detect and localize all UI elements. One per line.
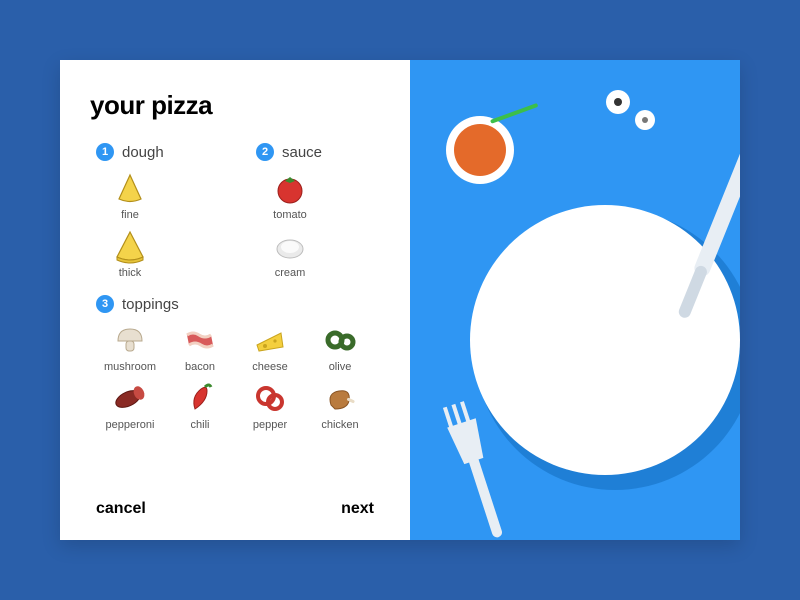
option-label: pepperoni [106, 419, 155, 431]
section-label-sauce: sauce [282, 144, 322, 161]
option-tomato[interactable]: tomato [260, 169, 320, 221]
option-label: olive [329, 361, 352, 373]
option-label: cream [275, 267, 306, 279]
plate-illustration [410, 60, 740, 540]
option-pepper[interactable]: pepper [240, 379, 300, 431]
section-label-toppings: toppings [122, 296, 179, 313]
option-pepperoni[interactable]: pepperoni [100, 379, 160, 431]
chicken-icon [321, 379, 359, 417]
footer: cancel next [90, 500, 380, 518]
step-badge-1: 1 [96, 143, 114, 161]
option-fine[interactable]: fine [100, 169, 160, 221]
option-mushroom[interactable]: mushroom [100, 321, 160, 373]
option-bacon[interactable]: bacon [170, 321, 230, 373]
option-olive[interactable]: olive [310, 321, 370, 373]
option-label: mushroom [104, 361, 156, 373]
config-panel: your pizza 1 dough fine [60, 60, 410, 540]
option-chicken[interactable]: chicken [310, 379, 370, 431]
page-title: your pizza [90, 90, 380, 121]
next-button[interactable]: next [341, 500, 374, 518]
cheese-icon [251, 321, 289, 359]
section-dough: 1 dough fine [90, 143, 220, 279]
chili-icon [181, 379, 219, 417]
option-cheese[interactable]: cheese [240, 321, 300, 373]
bacon-icon [181, 321, 219, 359]
dough-thick-icon [111, 227, 149, 265]
olive-icon [321, 321, 359, 359]
section-label-dough: dough [122, 144, 164, 161]
option-label: chili [191, 419, 210, 431]
pepper-ring-icon [251, 379, 289, 417]
option-label: bacon [185, 361, 215, 373]
option-label: chicken [321, 419, 358, 431]
option-label: fine [121, 209, 139, 221]
option-thick[interactable]: thick [100, 227, 160, 279]
table-scene-icon [410, 60, 740, 540]
option-chili[interactable]: chili [170, 379, 230, 431]
option-cream[interactable]: cream [260, 227, 320, 279]
option-label: cheese [252, 361, 287, 373]
step-badge-3: 3 [96, 295, 114, 313]
cream-icon [271, 227, 309, 265]
option-label: pepper [253, 419, 287, 431]
sections: 1 dough fine [90, 143, 380, 500]
dough-fine-icon [111, 169, 149, 207]
tomato-icon [271, 169, 309, 207]
option-label: thick [119, 267, 142, 279]
pepperoni-icon [111, 379, 149, 417]
section-sauce: 2 sauce tomato [250, 143, 380, 279]
section-toppings: 3 toppings mushroom [90, 295, 380, 431]
step-badge-2: 2 [256, 143, 274, 161]
cancel-button[interactable]: cancel [96, 500, 146, 518]
mushroom-icon [111, 321, 149, 359]
option-label: tomato [273, 209, 307, 221]
pizza-builder-card: your pizza 1 dough fine [60, 60, 740, 540]
